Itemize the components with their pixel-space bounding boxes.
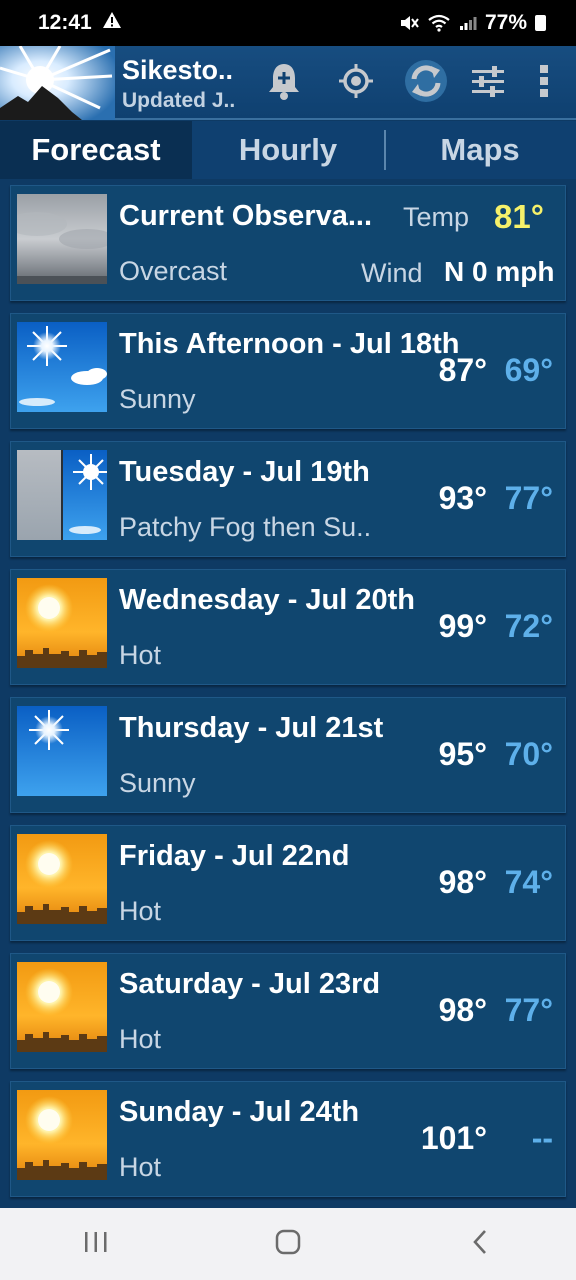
forecast-condition: Hot: [119, 1152, 162, 1182]
app-logo-icon[interactable]: [0, 46, 115, 120]
more-icon: [537, 63, 551, 104]
alert-bell-button[interactable]: [261, 60, 307, 106]
tab-divider: [384, 130, 386, 170]
forecast-day-title: Friday - Jul 22nd: [119, 840, 350, 872]
location-button[interactable]: [333, 60, 379, 106]
forecast-low-temp: --: [531, 1120, 553, 1156]
forecast-low-temp: 70°: [504, 736, 553, 772]
tab-hourly[interactable]: Hourly: [192, 121, 384, 179]
forecast-high-temp: 99°: [438, 608, 487, 644]
signal-icon: [459, 15, 477, 31]
forecast-high-temp: 87°: [438, 352, 487, 388]
forecast-day-title: Saturday - Jul 23rd: [119, 968, 381, 1000]
forecast-low-temp: 69°: [504, 352, 553, 388]
back-icon: [471, 1229, 489, 1260]
hot-sun-icon: [17, 962, 107, 1052]
alert-icon: [102, 11, 122, 35]
settings-sliders-icon: [470, 63, 506, 104]
forecast-high-temp: 101°: [420, 1120, 487, 1156]
status-bar: 12:41 77%: [0, 0, 576, 46]
status-time: 12:41: [38, 11, 92, 34]
forecast-low-temp: 74°: [504, 864, 553, 900]
back-button[interactable]: [450, 1214, 510, 1274]
sunny-sky-icon: [17, 322, 107, 412]
tab-bar: Forecast Hourly Maps: [0, 121, 576, 179]
forecast-card[interactable]: Saturday - Jul 23rd Hot 98° 77°: [10, 953, 566, 1069]
forecast-card[interactable]: Thursday - Jul 21st Sunny 95° 70°: [10, 697, 566, 813]
forecast-condition: Sunny: [119, 384, 196, 414]
sunny-sky-icon: [17, 706, 107, 796]
forecast-low-temp: 72°: [504, 608, 553, 644]
refresh-icon: [404, 59, 448, 108]
forecast-condition: Patchy Fog then Su..: [119, 512, 372, 542]
wind-label: Wind: [361, 258, 423, 288]
recents-button[interactable]: [66, 1214, 126, 1274]
system-nav-bar: [0, 1208, 576, 1280]
more-options-button[interactable]: [521, 60, 567, 106]
tab-maps[interactable]: Maps: [384, 121, 576, 179]
recents-icon: [83, 1230, 109, 1259]
app-bar: Sikesto.. Updated J..: [0, 46, 576, 120]
alert-bell-icon: [266, 61, 302, 106]
mute-icon: [399, 14, 419, 32]
updated-subtitle: Updated J..: [122, 89, 236, 112]
forecast-card[interactable]: Wednesday - Jul 20th Hot 99° 72°: [10, 569, 566, 685]
current-observation-title: Current Observa...: [119, 200, 373, 232]
forecast-day-title: Tuesday - Jul 19th: [119, 456, 370, 488]
location-title: Sikesto..: [122, 55, 234, 85]
battery-percent: 77%: [484, 11, 527, 34]
temp-label: Temp: [403, 202, 470, 232]
status-left: 12:41: [38, 11, 122, 35]
forecast-condition: Hot: [119, 896, 162, 926]
forecast-day-title: Wednesday - Jul 20th: [119, 584, 415, 616]
forecast-day-title: This Afternoon - Jul 18th: [119, 328, 460, 360]
fog-then-sun-icon: [17, 450, 107, 540]
forecast-high-temp: 93°: [438, 480, 487, 516]
hot-sun-icon: [17, 834, 107, 924]
forecast-card[interactable]: Tuesday - Jul 19th Patchy Fog then Su.. …: [10, 441, 566, 557]
current-observation-card[interactable]: Current Observa... Overcast Temp 81° Win…: [10, 185, 566, 301]
forecast-condition: Hot: [119, 640, 162, 670]
forecast-low-temp: 77°: [504, 480, 553, 516]
hot-sun-icon: [17, 578, 107, 668]
overcast-icon: [17, 194, 107, 284]
home-icon: [275, 1229, 301, 1260]
forecast-condition: Hot: [119, 1024, 162, 1054]
location-icon: [337, 62, 375, 105]
forecast-condition: Sunny: [119, 768, 196, 798]
refresh-button[interactable]: [403, 59, 449, 108]
wifi-icon: [427, 14, 451, 32]
app-title-block[interactable]: Sikesto.. Updated J..: [122, 54, 235, 116]
tab-forecast[interactable]: Forecast: [0, 121, 192, 179]
status-right: 77%: [399, 11, 546, 35]
settings-button[interactable]: [465, 60, 511, 106]
forecast-card[interactable]: Sunday - Jul 24th Hot 101° --: [10, 1081, 566, 1197]
forecast-card[interactable]: Friday - Jul 22nd Hot 98° 74°: [10, 825, 566, 941]
forecast-low-temp: 77°: [504, 992, 553, 1028]
home-button[interactable]: [258, 1214, 318, 1274]
forecast-high-temp: 98°: [438, 992, 487, 1028]
forecast-day-title: Thursday - Jul 21st: [119, 712, 384, 744]
current-temp: 81°: [494, 198, 544, 235]
forecast-day-title: Sunday - Jul 24th: [119, 1096, 360, 1128]
forecast-high-temp: 98°: [438, 864, 487, 900]
battery-icon: [535, 15, 546, 31]
current-condition: Overcast: [119, 256, 228, 286]
hot-sun-icon: [17, 1090, 107, 1180]
forecast-card[interactable]: This Afternoon - Jul 18th Sunny 87° 69°: [10, 313, 566, 429]
forecast-high-temp: 95°: [438, 736, 487, 772]
current-wind: N 0 mph: [444, 256, 555, 287]
